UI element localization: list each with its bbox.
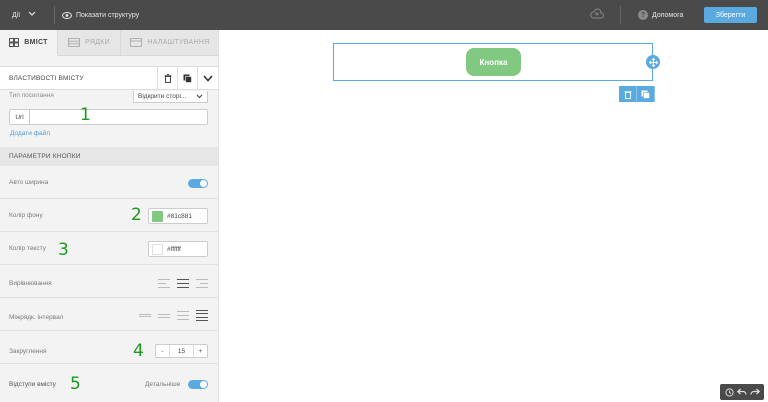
align-center-icon[interactable] (177, 279, 189, 288)
line-height-options (132, 310, 208, 321)
undo-icon[interactable] (736, 388, 747, 396)
auto-width-toggle[interactable] (188, 179, 208, 188)
sidebar-tabs: ВМІСТ РЯДКИ НАЛАШТУВАННЯ (0, 30, 218, 56)
bg-color-label: Колір фону (9, 212, 43, 219)
toolbar-divider (54, 6, 55, 24)
tab-settings-label: НАЛАШТУВАННЯ (147, 39, 210, 46)
toggle-knob (200, 381, 207, 388)
line-height-small-icon[interactable] (158, 311, 170, 320)
alignment-label: Вирівнювання (9, 280, 52, 287)
section-title: ПАРАМЕТРИ КНОПКИ (9, 153, 81, 160)
top-toolbar: Дії Показати структуру ? Допомога Зберег… (0, 0, 768, 30)
content-padding-label: Відступи вмісту (9, 381, 56, 388)
alignment-options (151, 279, 208, 288)
annotation-number-5: 5 (70, 374, 81, 394)
url-prefix: Url (10, 110, 30, 124)
preview-button[interactable]: Кнопка (466, 48, 521, 76)
history-icon[interactable] (724, 387, 734, 397)
actions-label: Дії (12, 11, 21, 19)
tab-rows[interactable]: РЯДКИ (58, 30, 121, 56)
text-color-value: #ffffff (167, 245, 181, 253)
show-structure-label: Показати структуру (76, 11, 140, 19)
chevron-down-icon (196, 94, 203, 99)
properties-sidebar: ВМІСТ РЯДКИ НАЛАШТУВАННЯ ВЛАСТИВОСТІ ВМІ… (0, 30, 219, 402)
text-color-row: Колір тексту #ffffff (0, 232, 218, 265)
align-right-icon[interactable] (196, 279, 208, 288)
panel-title: ВЛАСТИВОСТІ ВМІСТУ (9, 75, 84, 82)
duplicate-block-button[interactable] (637, 86, 655, 102)
tab-content-label: ВМІСТ (24, 39, 48, 46)
text-color-label: Колір тексту (9, 245, 46, 252)
tab-settings[interactable]: НАЛАШТУВАННЯ (121, 30, 218, 56)
settings-icon (130, 38, 143, 47)
actions-menu[interactable]: Дії (12, 8, 36, 22)
tab-content[interactable]: ВМІСТ (0, 30, 58, 56)
question-icon: ? (638, 10, 648, 20)
show-structure-button[interactable]: Показати структуру (62, 8, 139, 22)
duplicate-block-button[interactable] (177, 67, 197, 89)
trash-icon (164, 73, 171, 83)
copy-icon (183, 74, 192, 83)
move-handle[interactable] (646, 55, 660, 69)
annotation-number-1: 1 (80, 105, 91, 125)
link-type-value: Відкрити сторі... (138, 93, 187, 100)
tab-rows-label: РЯДКИ (85, 39, 110, 46)
bg-color-input[interactable]: #81c881 (148, 208, 208, 224)
collapse-panel-button[interactable] (197, 67, 217, 89)
toolbar-divider (620, 6, 621, 24)
decrement-button[interactable]: - (156, 345, 169, 357)
block-toolbar (619, 86, 655, 102)
auto-width-label: Авто ширина (9, 179, 49, 186)
delete-block-button[interactable] (157, 67, 177, 89)
annotation-number-4: 4 (133, 341, 144, 361)
bg-color-value: #81c881 (167, 212, 192, 220)
delete-block-button[interactable] (619, 86, 637, 102)
copy-icon (641, 90, 650, 99)
link-type-select[interactable]: Відкрити сторі... (133, 91, 208, 103)
rows-icon (68, 38, 80, 47)
annotation-number-3: 3 (58, 240, 69, 260)
cloud-upload-icon[interactable] (590, 8, 604, 21)
content-properties-header: ВЛАСТИВОСТІ ВМІСТУ (0, 66, 218, 90)
line-height-compact-icon[interactable] (139, 311, 151, 320)
line-height-row: Міжрядк. інтервал (0, 298, 218, 331)
content-padding-toggle[interactable] (188, 380, 208, 389)
add-file-link[interactable]: Додати файл (10, 130, 50, 137)
bg-color-swatch[interactable] (152, 210, 163, 222)
move-arrows-icon (648, 57, 658, 67)
align-left-icon[interactable] (158, 279, 170, 288)
line-height-label: Міжрядк. інтервал (9, 314, 64, 321)
annotation-number-2: 2 (131, 205, 142, 225)
border-radius-label: Закруглення (9, 348, 47, 355)
eye-icon (62, 11, 72, 19)
toggle-knob (200, 180, 207, 187)
link-type-label: Тип посилання (9, 92, 54, 99)
increment-button[interactable]: + (194, 345, 207, 357)
redo-icon[interactable] (749, 388, 760, 396)
line-height-large-icon[interactable] (196, 310, 208, 321)
chevron-down-icon (28, 11, 36, 19)
content-padding-row: Відступи вмісту Детальніше (0, 364, 218, 402)
text-color-input[interactable]: #ffffff (148, 241, 208, 257)
detail-label: Детальніше (145, 381, 181, 388)
line-height-medium-icon[interactable] (177, 311, 189, 320)
auto-width-row: Авто ширина (0, 166, 218, 199)
grid-icon (9, 38, 20, 47)
button-params-section: ПАРАМЕТРИ КНОПКИ (0, 147, 218, 166)
save-button[interactable]: Зберегти (704, 7, 757, 23)
help-button[interactable]: ? Допомога (638, 8, 683, 22)
history-controls (720, 384, 764, 400)
border-radius-value[interactable]: 15 (169, 345, 194, 357)
trash-icon (624, 90, 631, 99)
alignment-row: Вирівнювання (0, 265, 218, 298)
text-color-swatch[interactable] (152, 243, 163, 255)
chevron-down-icon (202, 74, 213, 82)
border-radius-row: Закруглення - 15 + (0, 331, 218, 364)
border-radius-stepper: - 15 + (155, 344, 208, 358)
help-label: Допомога (652, 11, 684, 19)
url-field[interactable]: Url (9, 109, 208, 125)
bg-color-row: Колір фону #81c881 (0, 199, 218, 232)
